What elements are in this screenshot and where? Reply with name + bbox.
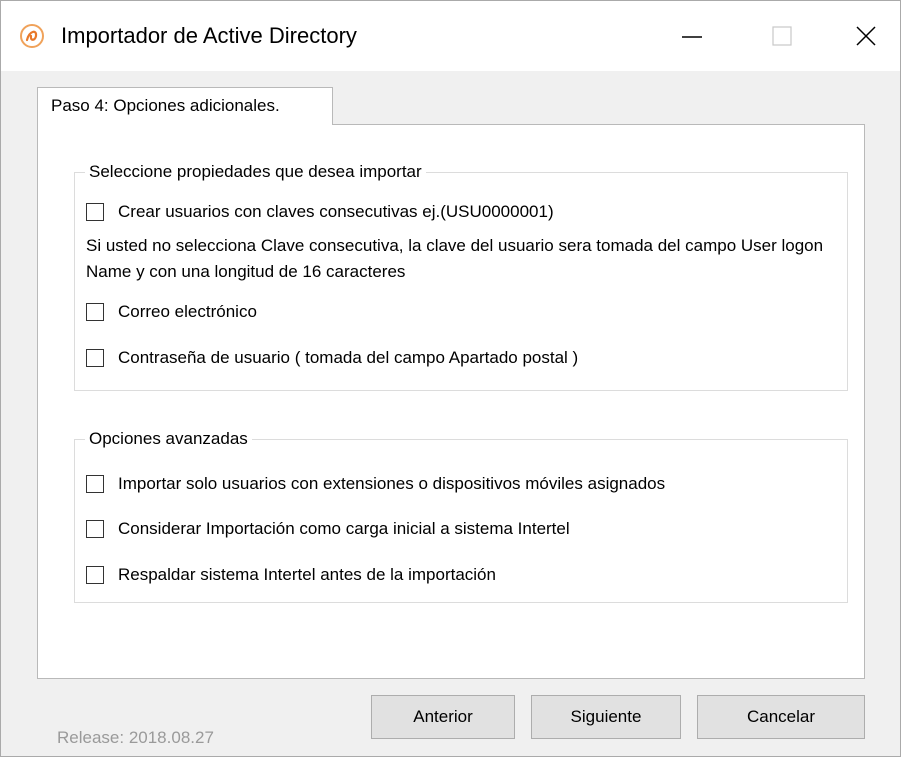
email-checkbox[interactable] (86, 303, 104, 321)
backup-checkbox[interactable] (86, 566, 104, 584)
password-label: Contraseña de usuario ( tomada del campo… (118, 348, 579, 367)
consecutive-keys-option[interactable]: Crear usuarios con claves consecutivas e… (86, 201, 554, 223)
maximize-icon (772, 26, 792, 46)
tab-page: Seleccione propiedades que desea importa… (37, 124, 865, 679)
advanced-group: Opciones avanzadas Importar solo usuario… (74, 427, 848, 603)
previous-button[interactable]: Anterior (371, 695, 515, 739)
properties-group-title: Seleccione propiedades que desea importa… (85, 160, 426, 184)
initial-load-checkbox[interactable] (86, 520, 104, 538)
next-button[interactable]: Siguiente (531, 695, 681, 739)
minimize-button[interactable] (647, 1, 737, 71)
properties-group: Seleccione propiedades que desea importa… (74, 160, 848, 391)
email-option[interactable]: Correo electrónico (86, 301, 257, 323)
close-button[interactable] (821, 1, 901, 71)
consecutive-keys-label: Crear usuarios con claves consecutivas e… (118, 202, 554, 221)
app-icon (20, 24, 44, 48)
mobile-users-label: Importar solo usuarios con extensiones o… (118, 474, 666, 493)
consecutive-keys-note: Si usted no selecciona Clave consecutiva… (86, 236, 824, 281)
maximize-button[interactable] (737, 1, 827, 71)
password-option[interactable]: Contraseña de usuario ( tomada del campo… (86, 347, 578, 369)
tab-label: Paso 4: Opciones adicionales. (51, 96, 280, 115)
importer-window: Importador de Active Directory Paso 4: O… (0, 0, 901, 757)
consecutive-keys-checkbox[interactable] (86, 203, 104, 221)
tab-step-4[interactable]: Paso 4: Opciones adicionales. (37, 87, 333, 125)
release-version: Release: 2018.08.27 (57, 728, 214, 747)
mobile-users-option[interactable]: Importar solo usuarios con extensiones o… (86, 473, 665, 495)
email-label: Correo electrónico (118, 302, 257, 321)
password-checkbox[interactable] (86, 349, 104, 367)
initial-load-option[interactable]: Considerar Importación como carga inicia… (86, 518, 570, 540)
title-bar[interactable]: Importador de Active Directory (1, 1, 900, 71)
close-icon (856, 26, 876, 46)
backup-label: Respaldar sistema Intertel antes de la i… (118, 565, 496, 584)
mobile-users-checkbox[interactable] (86, 475, 104, 493)
minimize-icon (682, 36, 702, 38)
initial-load-label: Considerar Importación como carga inicia… (118, 519, 570, 538)
advanced-group-title: Opciones avanzadas (85, 427, 252, 451)
window-title: Importador de Active Directory (61, 23, 357, 48)
cancel-button[interactable]: Cancelar (697, 695, 865, 739)
backup-option[interactable]: Respaldar sistema Intertel antes de la i… (86, 564, 496, 586)
